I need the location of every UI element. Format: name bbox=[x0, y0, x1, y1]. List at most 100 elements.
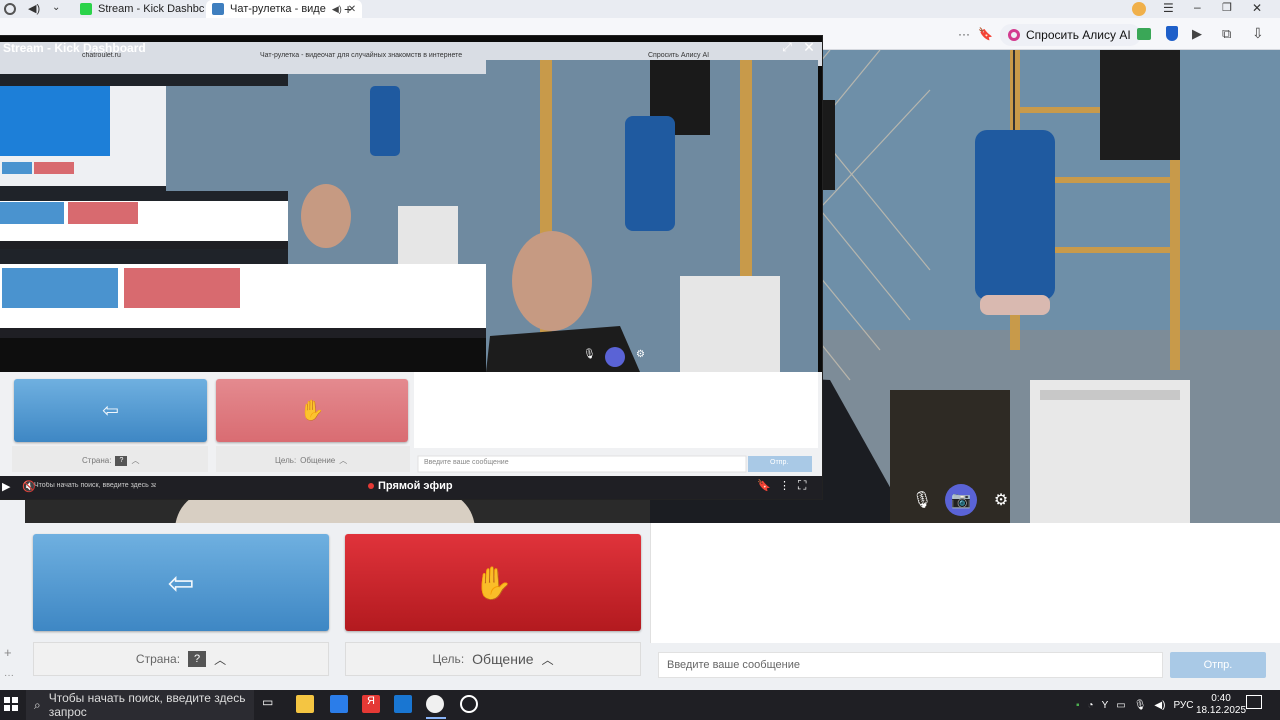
yandex-tray-icon-2[interactable]: Y bbox=[1102, 700, 1109, 711]
pip-country: Страна: ? ︿ bbox=[82, 455, 139, 466]
country-flag: ? bbox=[188, 651, 207, 667]
mute-button[interactable]: 🔇 bbox=[22, 480, 36, 493]
chatroulette-icon bbox=[212, 3, 224, 15]
play-button[interactable]: ▶ bbox=[2, 480, 10, 493]
file-explorer-icon[interactable] bbox=[296, 695, 314, 713]
volume-icon[interactable]: ◀) bbox=[1154, 700, 1165, 711]
more-vertical-icon[interactable]: ⋮ bbox=[779, 479, 790, 492]
new-tab-button[interactable]: + bbox=[344, 1, 352, 17]
pip-country-label: Страна: bbox=[82, 456, 112, 465]
yandex-tray-icon[interactable]: ◔ bbox=[1088, 700, 1094, 711]
collections-icon[interactable]: ⧉ bbox=[1222, 26, 1231, 42]
download-icon[interactable]: ⇩ bbox=[1252, 25, 1264, 42]
pip-goal-value: Общение bbox=[300, 456, 336, 465]
next-button[interactable]: ⇦ bbox=[33, 534, 329, 631]
microphone-tray-icon[interactable]: 🎙 bbox=[1134, 700, 1147, 711]
pip-country-flag: ? bbox=[115, 455, 128, 466]
message-input[interactable]: Введите ваше сообщение bbox=[658, 652, 1163, 678]
add-icon[interactable]: + bbox=[4, 645, 12, 660]
stream-pip-window[interactable]: ⇦ ✋ Чат-рулетка - видеочат для случайных… bbox=[0, 36, 822, 499]
bookmark-icon[interactable]: 🔖 bbox=[757, 479, 771, 492]
taskbar-search[interactable]: ⌕ Чтобы начать поиск, введите здесь запр… bbox=[26, 690, 254, 720]
chevron-up-icon: ︿ bbox=[214, 652, 227, 667]
app-icon[interactable] bbox=[394, 695, 412, 713]
speaker-icon[interactable]: ◀) bbox=[332, 4, 342, 15]
pip-camera-icon bbox=[605, 347, 625, 367]
hand-icon: ✋ bbox=[473, 564, 513, 601]
notifications-icon[interactable] bbox=[1246, 695, 1262, 709]
task-view-icon[interactable]: ▭ bbox=[262, 695, 280, 713]
camera-switch-button[interactable]: 📷 bbox=[945, 484, 977, 516]
close-window-button[interactable]: ✕ bbox=[1252, 1, 1262, 15]
chevron-down-icon[interactable]: ⌄ bbox=[52, 2, 60, 13]
live-label: Прямой эфир bbox=[378, 480, 453, 492]
country-selector[interactable]: Страна: ? ︿ bbox=[33, 642, 329, 676]
fullscreen-button[interactable]: ⛶ bbox=[798, 478, 806, 493]
sound-icon[interactable]: ◀) bbox=[28, 2, 40, 15]
live-dot bbox=[368, 483, 374, 489]
arrow-left-icon: ⇦ bbox=[102, 400, 119, 422]
clock-date: 18.12.2025 bbox=[1196, 705, 1247, 716]
maximize-button[interactable]: ❐ bbox=[1222, 1, 1232, 14]
profile-avatar[interactable] bbox=[1132, 2, 1146, 16]
pip-stop-button: ✋ bbox=[216, 379, 408, 442]
pip-inner-alice: Спросить Алису AI bbox=[648, 52, 710, 59]
tab-kick-dashboard[interactable]: Stream - Kick Dashbc ✕ bbox=[74, 0, 225, 18]
play-icon[interactable]: ▶ bbox=[1192, 26, 1202, 42]
chat-messages bbox=[650, 523, 1280, 643]
pip-goal-label: Цель: bbox=[275, 456, 297, 465]
network-icon[interactable]: ▭ bbox=[1116, 700, 1125, 711]
live-indicator: Прямой эфир bbox=[368, 480, 453, 492]
history-icon[interactable] bbox=[4, 3, 16, 15]
goal-value: Общение bbox=[472, 651, 534, 667]
shield-icon[interactable] bbox=[1166, 26, 1178, 41]
tab-chatroulette[interactable]: Чат-рулетка - виде ◀) ✕ bbox=[206, 0, 363, 18]
more-icon[interactable]: ··· bbox=[958, 27, 970, 41]
alice-icon bbox=[1008, 29, 1020, 41]
pip-next-button: ⇦ bbox=[14, 379, 207, 442]
hand-icon: ✋ bbox=[299, 400, 325, 422]
chevron-up-icon: ︿ bbox=[541, 652, 554, 667]
pip-message-placeholder: Введите ваше сообщение bbox=[424, 459, 509, 466]
pip-mic-icon: 🎙 bbox=[583, 349, 596, 360]
goal-selector[interactable]: Цель: Общение ︿ bbox=[345, 642, 641, 676]
windows-start-icon[interactable] bbox=[4, 697, 18, 711]
extension-icon[interactable] bbox=[1137, 28, 1151, 40]
more-dots-icon[interactable]: ··· bbox=[4, 670, 14, 681]
store-icon[interactable] bbox=[330, 695, 348, 713]
message-placeholder: Введите ваше сообщение bbox=[667, 659, 800, 671]
pip-send-label: Отпр. bbox=[770, 459, 789, 466]
pip-search: Чтобы начать поиск, введите здесь запрос bbox=[34, 482, 156, 489]
active-app-indicator bbox=[426, 717, 446, 719]
clock[interactable]: 0:40 18.12.2025 bbox=[1196, 690, 1246, 720]
yandex-icon[interactable]: Я bbox=[362, 695, 380, 713]
arrow-left-icon: ⇦ bbox=[167, 564, 195, 601]
kick-icon bbox=[80, 3, 92, 15]
bookmark-icon[interactable]: 🔖 bbox=[978, 27, 993, 41]
settings-button[interactable]: ⚙ bbox=[985, 484, 1017, 516]
chevron-up-icon: ︿ bbox=[131, 456, 140, 465]
pip-expand-icon[interactable]: ⤢ bbox=[780, 40, 794, 54]
send-button[interactable]: Отпр. bbox=[1170, 652, 1266, 678]
alice-label: Спросить Алису AI bbox=[1026, 28, 1131, 42]
nvidia-icon[interactable]: ▪ bbox=[1076, 700, 1080, 711]
chevron-up-icon: ︿ bbox=[339, 456, 348, 465]
search-icon: ⌕ bbox=[34, 697, 41, 712]
tab-label: Stream - Kick Dashbc bbox=[98, 3, 205, 15]
system-tray: ▪ ◔ Y ▭ 🎙 ◀) РУС bbox=[1076, 690, 1193, 720]
country-label: Страна: bbox=[135, 652, 181, 666]
taskbar-search-placeholder: Чтобы начать поиск, введите здесь запрос bbox=[48, 691, 246, 719]
goal-label: Цель: bbox=[432, 652, 465, 666]
menu-icon[interactable]: ☰ bbox=[1163, 1, 1174, 15]
tab-label: Чат-рулетка - виде bbox=[230, 3, 326, 15]
language-indicator[interactable]: РУС bbox=[1173, 700, 1193, 711]
pip-goal: Цель: Общение ︿ bbox=[275, 455, 347, 466]
minimize-button[interactable]: – bbox=[1194, 0, 1201, 14]
microphone-button[interactable]: 🎙 bbox=[906, 484, 938, 516]
stop-button[interactable]: ✋ bbox=[345, 534, 641, 631]
pip-close-button[interactable]: ✕ bbox=[802, 39, 816, 55]
obs-icon[interactable] bbox=[460, 695, 478, 713]
ask-alice-button[interactable]: Спросить Алису AI bbox=[1000, 24, 1141, 46]
pip-inner-title: Чат-рулетка - видеочат для случайных зна… bbox=[260, 52, 463, 59]
yandex-browser-icon[interactable] bbox=[426, 695, 444, 713]
